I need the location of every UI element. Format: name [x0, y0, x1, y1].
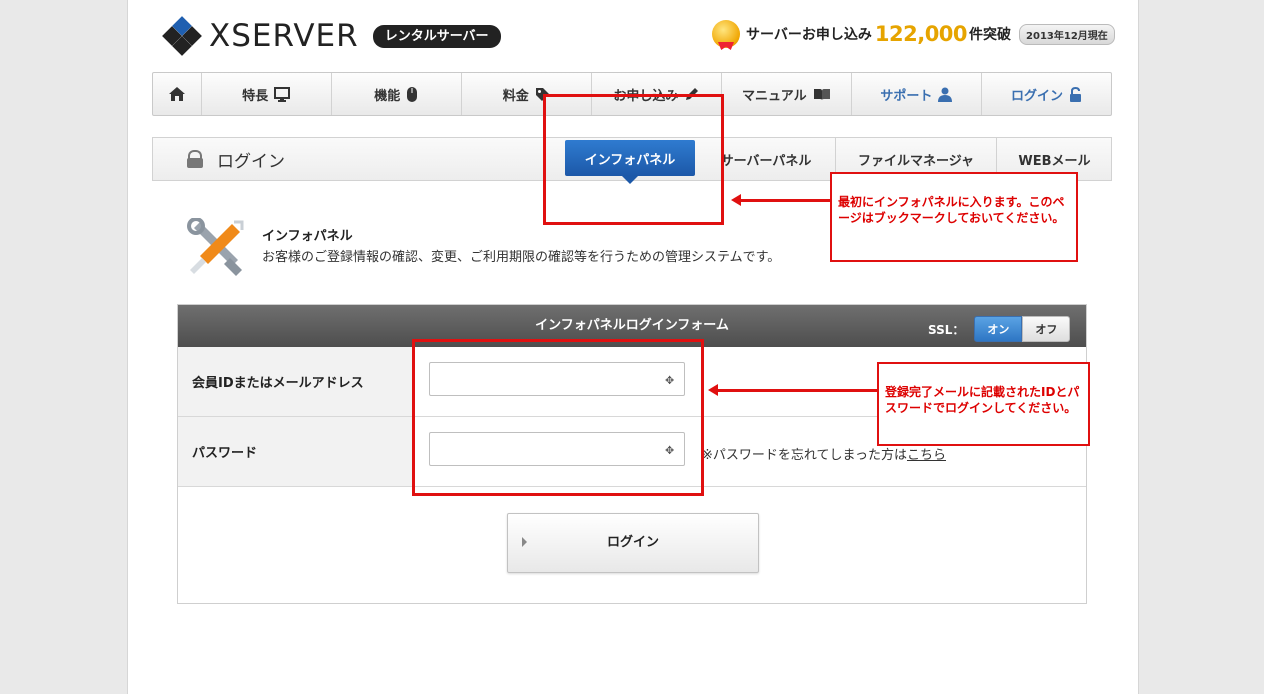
ssl-toggle: SSL： オン オフ: [928, 316, 1071, 342]
page-title-text: ログイン: [217, 151, 285, 172]
forgot-password-link[interactable]: こちら: [907, 448, 946, 463]
nav-item-label: 機能: [374, 88, 401, 104]
nav-item-support[interactable]: サポート: [852, 73, 982, 115]
promo-suffix: 件突破: [969, 27, 1012, 43]
intro-title: インフォパネル: [262, 229, 353, 244]
annotation-note-1: 最初にインフォパネルに入ります。このページはブックマークしておいてください。: [830, 172, 1078, 262]
lock-icon: [1069, 86, 1081, 102]
logo-badge: レンタルサーバー: [372, 24, 501, 48]
medal-icon: [712, 20, 740, 48]
logo-mark-icon: [162, 16, 202, 56]
nav-item-label: 料金: [502, 88, 529, 104]
unlock-icon: [187, 150, 203, 168]
ssl-off-button[interactable]: オフ: [1022, 316, 1071, 342]
highlight-box-form: [412, 339, 704, 496]
person-icon: [938, 87, 953, 102]
highlight-box-infopanel: [543, 94, 724, 225]
page-title: ログイン: [187, 138, 285, 180]
login-button-label: ログイン: [606, 535, 659, 550]
arrow-left-icon: [731, 194, 830, 206]
id-label: 会員IDまたはメールアドレス: [178, 347, 414, 416]
login-button[interactable]: ログイン: [507, 513, 759, 573]
annotation-note-2: 登録完了メールに記載されたIDとパスワードでログインしてください。: [877, 362, 1090, 446]
tools-icon: [187, 218, 244, 276]
nav-item-label: マニュアル: [742, 88, 807, 104]
ssl-label: SSL：: [928, 322, 965, 337]
promo-banner: サーバーお申し込み 122,000 件突破 2013年12月現在: [712, 18, 1115, 50]
promo-number: 122,000: [874, 22, 968, 46]
promo-date-badge: 2013年12月現在: [1019, 23, 1115, 45]
site-logo[interactable]: XSERVER レンタルサーバー: [162, 16, 501, 56]
ssl-on-button[interactable]: オン: [974, 316, 1023, 342]
nav-item-label: サポート: [880, 88, 933, 104]
intro-description: お客様のご登録情報の確認、変更、ご利用期限の確認等を行うための管理システムです。: [262, 250, 781, 265]
nav-item-login[interactable]: ログイン: [982, 73, 1111, 115]
forgot-text: ※パスワードを忘れてしまった方は: [702, 448, 907, 463]
nav-item-label: 特長: [242, 88, 269, 104]
nav-item-manual[interactable]: マニュアル: [722, 73, 852, 115]
nav-item-features[interactable]: 特長: [202, 73, 332, 115]
nav-item-label: ログイン: [1010, 88, 1063, 104]
forgot-password: ※パスワードを忘れてしまった方はこちら: [702, 444, 946, 463]
logo-text: XSERVER: [209, 18, 359, 54]
promo-text: サーバーお申し込み: [746, 27, 872, 43]
home-icon: [168, 87, 185, 101]
nav-home[interactable]: [153, 73, 202, 115]
arrow-left-icon: [708, 384, 877, 396]
monitor-icon: [274, 86, 291, 102]
mouse-icon: [407, 86, 418, 102]
nav-item-functions[interactable]: 機能: [332, 73, 462, 115]
password-label: パスワード: [178, 417, 414, 486]
book-icon: [813, 88, 830, 100]
